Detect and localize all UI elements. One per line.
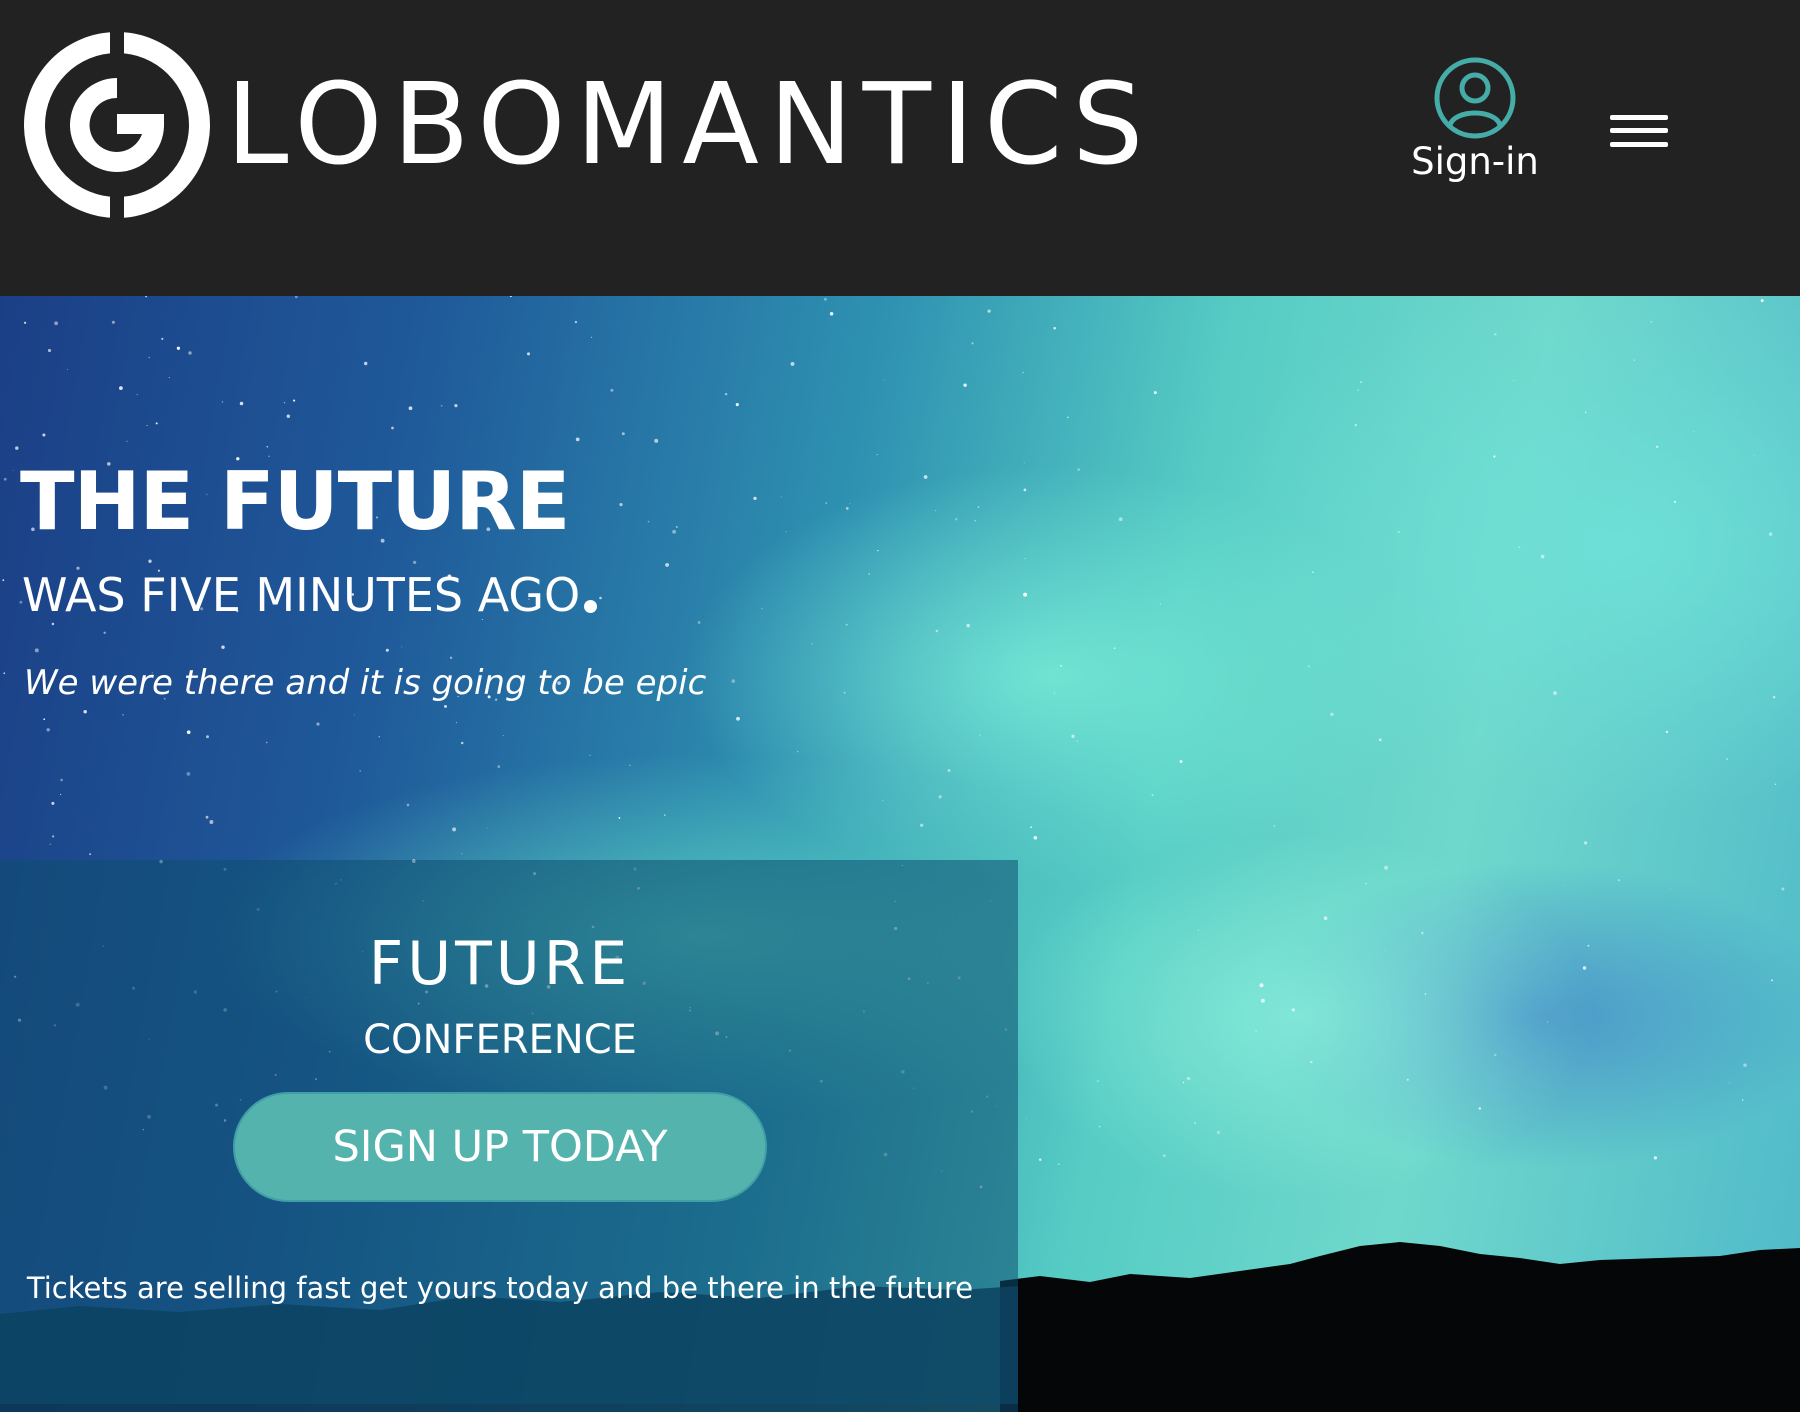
tickets-note: Tickets are selling fast get yours today… [26, 1271, 974, 1305]
menu-bar [1610, 142, 1668, 147]
hero-subtitle: WAS FIVE MINUTES AGO [22, 572, 598, 618]
hero-tagline: We were there and it is going to be epic [24, 663, 707, 703]
menu-bar [1610, 115, 1668, 120]
globomantics-g-logo-icon [24, 30, 210, 220]
globomantics-logo[interactable]: LOBOMANTICS [22, 30, 1153, 220]
hero-section: THE FUTURE WAS FIVE MINUTES AGO We were … [0, 296, 1800, 1412]
hero-title: THE FUTURE [20, 455, 570, 548]
page: LOBOMANTICS Sign-in THE FUTURE WAS FIVE … [0, 0, 1800, 1412]
sign-in-label: Sign-in [1411, 140, 1539, 183]
hamburger-menu-icon[interactable] [1610, 110, 1668, 154]
sign-in-button[interactable]: Sign-in [1410, 56, 1540, 183]
user-circle-icon [1434, 57, 1516, 139]
menu-bar [1610, 128, 1668, 133]
conference-signup-card: FUTURE CONFERENCE SIGN UP TODAY Tickets … [0, 860, 1018, 1404]
site-header: LOBOMANTICS Sign-in [0, 0, 1800, 296]
logo-wordmark: LOBOMANTICS [226, 60, 1154, 190]
hero-subtitle-text: WAS FIVE MINUTES AGO [22, 568, 581, 622]
sign-up-today-button[interactable]: SIGN UP TODAY [233, 1092, 767, 1202]
card-subtitle: CONFERENCE [363, 1017, 637, 1063]
subtitle-dot [584, 600, 598, 613]
card-title: FUTURE [368, 929, 632, 999]
